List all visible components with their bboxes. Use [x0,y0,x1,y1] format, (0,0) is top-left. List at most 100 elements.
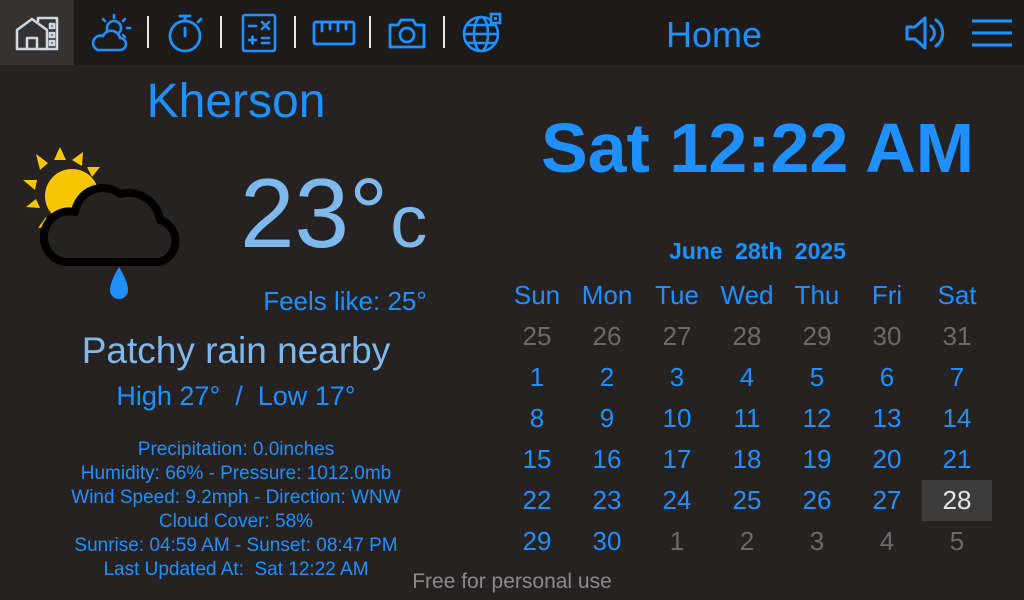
calendar-day[interactable]: 22 [502,480,572,521]
calendar-day[interactable]: 29 [782,316,852,357]
volume-icon [905,16,945,49]
calendar-day[interactable]: 4 [852,521,922,562]
city-name: Kherson [146,75,326,128]
weekday-label: Tue [655,279,699,310]
weather-condition: Patchy rain nearby [81,330,391,371]
home-button[interactable] [0,0,74,65]
calendar-week-row: 8 9 10 11 12 13 14 [502,398,992,439]
current-temperature: 23°c [240,158,460,277]
calendar-weekday-row: Sun Mon Tue Wed Thu Fri Sat [502,275,992,316]
calendar-grid: Sun Mon Tue Wed Thu Fri Sat 25 26 27 28 29 30… [502,275,992,562]
camera-button[interactable] [380,0,434,65]
calendar-day[interactable]: 27 [642,316,712,357]
calendar-week-row: 15 16 17 18 19 20 21 [502,439,992,480]
calendar-day[interactable]: 20 [852,439,922,480]
calendar-day[interactable]: 31 [922,316,992,357]
cloud-cover-text: Cloud Cover: 58% [158,511,314,532]
calendar-day[interactable]: 18 [712,439,782,480]
weekday-label: Wed [720,279,774,310]
temperature-degree: ° [349,158,389,268]
menu-button[interactable] [964,0,1020,65]
weekday-label: Sat [937,279,977,310]
calendar-day[interactable]: 12 [782,398,852,439]
calendar-week-row: 22 23 24 25 26 27 28 [502,480,992,521]
calendar-day[interactable]: 3 [642,357,712,398]
calendar-day[interactable]: 4 [712,357,782,398]
calendar-day[interactable]: 1 [642,521,712,562]
calendar-day[interactable]: 25 [712,480,782,521]
humidity-pressure-text: Humidity: 66% - Pressure: 1012.0mb [80,463,392,484]
weekday-label: Thu [794,279,840,310]
high-low-temperature: High 27° / Low 17° [116,381,356,411]
calendar-day[interactable]: 16 [572,439,642,480]
temperature-unit: c [390,180,428,263]
menu-icon [972,19,1012,46]
calendar-day[interactable]: 2 [712,521,782,562]
calendar-day[interactable]: 30 [572,521,642,562]
stopwatch-icon [168,14,203,52]
calendar-day[interactable]: 9 [572,398,642,439]
calendar-day[interactable]: 5 [782,357,852,398]
weekday-label: Sun [513,279,561,310]
calendar-week-row: 29 30 1 2 3 4 5 [502,521,992,562]
toolbar-separator [147,16,149,48]
globe-icon [462,12,502,52]
stopwatch-button[interactable] [158,0,212,65]
clock-display: Sat 12:22 AM [540,109,975,187]
calendar-day[interactable]: 10 [642,398,712,439]
weather-icon [91,13,132,51]
calendar-week-row: 1234567 [502,357,992,398]
calendar-day[interactable]: 23 [572,480,642,521]
calendar-day[interactable]: 29 [502,521,572,562]
weekday-label: Fri [871,279,903,310]
calendar-day[interactable]: 13 [852,398,922,439]
calendar-day[interactable]: 7 [922,357,992,398]
calendar-day[interactable]: 8 [502,398,572,439]
feels-like: Feels like: 25° [263,286,427,316]
calendar-day[interactable]: 19 [782,439,852,480]
wind-text: Wind Speed: 9.2mph - Direction: WNW [71,487,401,508]
volume-button[interactable] [898,0,952,65]
precipitation-text: Precipitation: 0.0inches [137,439,335,460]
ruler-button[interactable] [306,0,362,65]
temperature-value: 23 [240,158,350,268]
calendar-day[interactable]: 25 [502,316,572,357]
calendar-day[interactable]: 6 [852,357,922,398]
calendar-day-today[interactable]: 28 [922,480,992,521]
calculator-button[interactable] [232,0,286,65]
home-icon [15,16,59,50]
camera-icon [388,18,426,48]
calendar-day[interactable]: 1 [502,357,572,398]
calculator-icon [241,13,277,52]
calendar-day[interactable]: 26 [782,480,852,521]
calendar-day[interactable]: 2 [572,357,642,398]
calendar-day[interactable]: 26 [572,316,642,357]
weather-button[interactable] [84,0,140,65]
footer-watermark: Free for personal use [412,570,612,593]
calendar-day[interactable]: 30 [852,316,922,357]
top-bar: Home [0,0,1024,65]
calendar-day[interactable]: 17 [642,439,712,480]
calendar-day[interactable]: 21 [922,439,992,480]
globe-button[interactable] [455,0,509,65]
calendar-day[interactable]: 28 [712,316,782,357]
toolbar-separator [443,16,445,48]
toolbar-separator [220,16,222,48]
page-title: Home [665,14,763,55]
calendar-day[interactable]: 15 [502,439,572,480]
toolbar-separator [294,16,296,48]
ruler-icon [312,20,356,45]
calendar-day[interactable]: 14 [922,398,992,439]
calendar-month-label: June 28th 2025 [669,238,846,264]
calendar-day[interactable]: 27 [852,480,922,521]
calendar-day[interactable]: 24 [642,480,712,521]
calendar-day[interactable]: 3 [782,521,852,562]
sunrise-sunset-text: Sunrise: 04:59 AM - Sunset: 08:47 PM [74,535,398,556]
toolbar-separator [369,16,371,48]
weather-condition-icon [20,142,190,312]
calendar-day[interactable]: 5 [922,521,992,562]
sun-cloud-rain-icon [23,147,180,299]
weekday-label: Mon [581,279,633,310]
calendar-week-row: 25 26 27 28 29 30 31 [502,316,992,357]
calendar-day[interactable]: 11 [712,398,782,439]
